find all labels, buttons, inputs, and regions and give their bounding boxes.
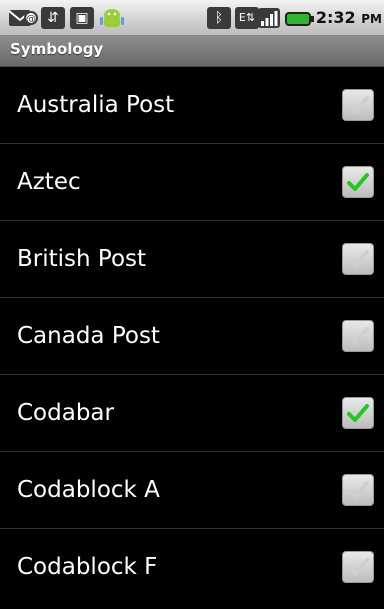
email-notification-icon: @ — [8, 10, 38, 26]
checkmark-icon — [347, 250, 369, 268]
list-item-aztec[interactable]: Aztec — [0, 144, 384, 221]
clock: 2:32 PM — [315, 8, 382, 27]
list-item-label: Canada Post — [17, 323, 160, 349]
checkmark-icon — [347, 327, 369, 345]
checkbox[interactable] — [342, 551, 374, 583]
symbology-list: Australia Post Aztec British Post Canada… — [0, 67, 384, 606]
list-item-label: Codablock F — [17, 554, 158, 580]
checkbox[interactable] — [342, 320, 374, 352]
checkbox[interactable] — [342, 397, 374, 429]
title-bar: Symbology — [0, 36, 384, 67]
list-item-canada-post[interactable]: Canada Post — [0, 298, 384, 375]
mobile-data-icon: E⇅ — [235, 7, 259, 29]
bluetooth-icon: ᛒ — [207, 7, 231, 29]
list-item-codablock-f[interactable]: Codablock F — [0, 529, 384, 606]
svg-text:@: @ — [26, 14, 36, 25]
checkmark-icon — [347, 96, 369, 114]
android-debug-icon: ▣ — [70, 7, 94, 29]
checkbox[interactable] — [342, 89, 374, 121]
android-market-icon — [100, 9, 124, 27]
list-item-codablock-a[interactable]: Codablock A — [0, 452, 384, 529]
list-item-label: Australia Post — [17, 92, 175, 118]
signal-strength-icon — [258, 8, 280, 28]
list-item-british-post[interactable]: British Post — [0, 221, 384, 298]
checkbox[interactable] — [342, 243, 374, 275]
list-item-label: Aztec — [17, 169, 81, 195]
status-bar: @ ⇵ ▣ ᛒ E⇅ 2:32 PM — [0, 0, 384, 36]
checkbox[interactable] — [342, 474, 374, 506]
battery-icon — [285, 12, 314, 26]
checkmark-icon — [347, 558, 369, 576]
checkmark-icon — [347, 173, 369, 191]
list-item-label: British Post — [17, 246, 147, 272]
checkmark-icon — [347, 404, 369, 422]
checkmark-icon — [347, 481, 369, 499]
list-item-australia-post[interactable]: Australia Post — [0, 67, 384, 144]
list-item-codabar[interactable]: Codabar — [0, 375, 384, 452]
list-item-label: Codabar — [17, 400, 114, 426]
page-title: Symbology — [10, 40, 104, 58]
list-item-label: Codablock A — [17, 477, 160, 503]
usb-icon: ⇵ — [41, 7, 65, 29]
checkbox[interactable] — [342, 166, 374, 198]
